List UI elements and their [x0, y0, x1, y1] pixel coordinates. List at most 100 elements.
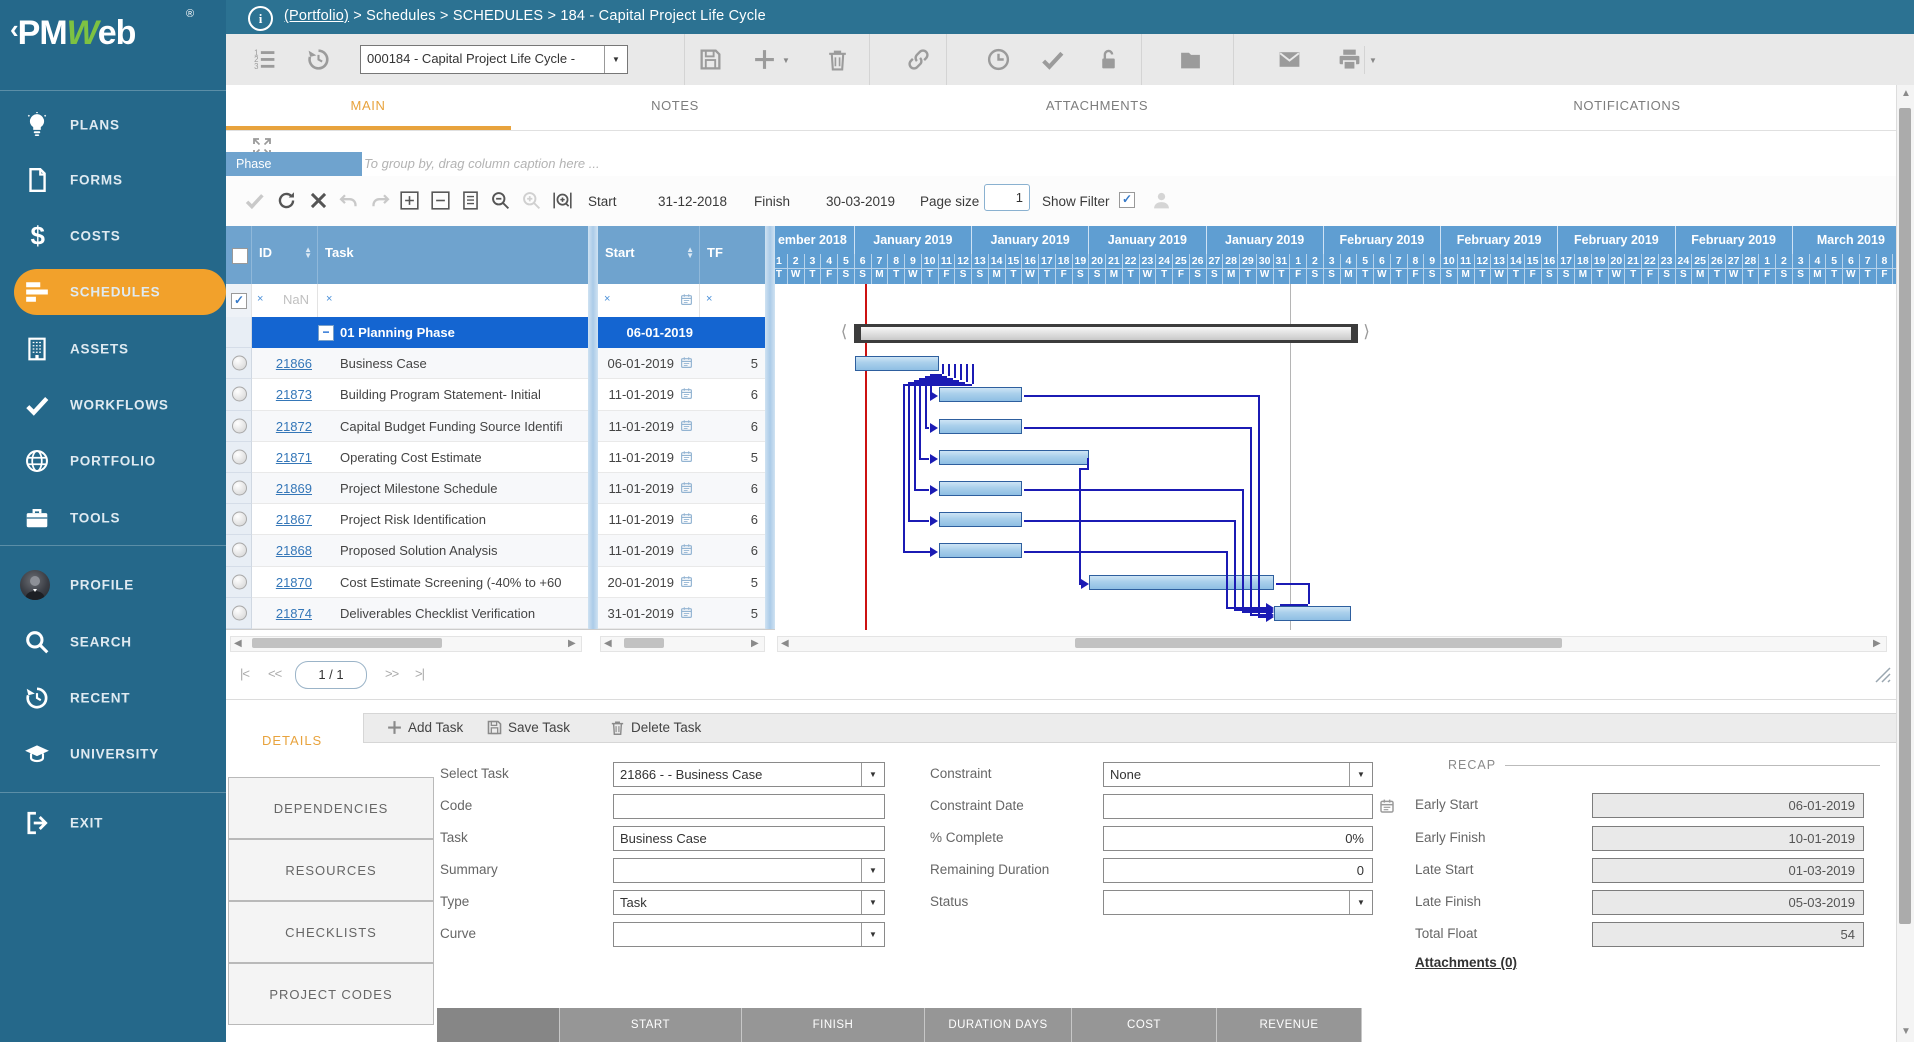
- tab-resources[interactable]: RESOURCES: [228, 839, 434, 901]
- table-row[interactable]: 21874Deliverables Checklist Verification: [226, 598, 588, 629]
- row-select-cell[interactable]: [226, 567, 252, 598]
- calendar-icon[interactable]: [1379, 798, 1395, 814]
- curve-field[interactable]: ▼: [613, 922, 885, 947]
- vertical-scrollbar-thumb[interactable]: [1899, 108, 1911, 924]
- row-select-cell[interactable]: [226, 598, 252, 629]
- confirm-icon[interactable]: [244, 190, 265, 211]
- chevron-down-icon[interactable]: ▼: [861, 763, 884, 786]
- sidebar-item-tools[interactable]: TOOLS: [0, 496, 226, 540]
- zoom-fit-icon[interactable]: [552, 190, 573, 211]
- task-id-cell[interactable]: 21871: [260, 450, 312, 465]
- report-icon[interactable]: [460, 190, 481, 211]
- calendar-icon[interactable]: [680, 450, 693, 463]
- undo-icon[interactable]: [338, 190, 359, 211]
- folder-icon[interactable]: [1178, 47, 1203, 72]
- task-id-link[interactable]: 21869: [276, 481, 312, 496]
- row-radio[interactable]: [232, 449, 247, 464]
- status-field[interactable]: ▼: [1103, 890, 1373, 915]
- column-header-task[interactable]: Task: [318, 226, 588, 284]
- filter-id-cell[interactable]: ×NaN: [252, 284, 318, 317]
- sort-icon[interactable]: ▲▼: [686, 247, 694, 259]
- type-field[interactable]: Task▼: [613, 890, 885, 915]
- pane-splitter[interactable]: [765, 226, 775, 630]
- table-row[interactable]: 21871Operating Cost Estimate: [226, 442, 588, 473]
- column-header-tf[interactable]: TF: [700, 226, 765, 284]
- resize-grip-icon[interactable]: [1872, 664, 1892, 684]
- summary-field[interactable]: ▼: [613, 858, 885, 883]
- clear-filter-icon[interactable]: ×: [706, 293, 712, 305]
- calendar-icon[interactable]: [680, 512, 693, 525]
- sidebar-item-exit[interactable]: EXIT: [0, 801, 226, 845]
- row-select-cell[interactable]: [226, 411, 252, 442]
- clear-filter-icon[interactable]: ×: [604, 293, 610, 305]
- delete-task-button[interactable]: Delete Task: [609, 719, 701, 736]
- tab-checklists[interactable]: CHECKLISTS: [228, 901, 434, 963]
- task-id-link[interactable]: 21872: [276, 419, 312, 434]
- tab-project-codes[interactable]: PROJECT CODES: [228, 963, 434, 1025]
- grid-hscrollbar-thumb[interactable]: [252, 638, 442, 648]
- task-bar[interactable]: [939, 419, 1023, 434]
- task-id-link[interactable]: 21873: [276, 387, 312, 402]
- table-row[interactable]: 20-01-20195: [598, 567, 765, 598]
- scroll-left-icon[interactable]: ◀: [604, 638, 612, 649]
- constraint-date-field[interactable]: [1103, 794, 1373, 819]
- clock-icon[interactable]: [986, 47, 1011, 72]
- calendar-icon[interactable]: [680, 419, 693, 432]
- add-icon[interactable]: [752, 47, 777, 72]
- sidebar-item-assets[interactable]: ASSETS: [0, 327, 226, 371]
- task-id-link[interactable]: 21868: [276, 543, 312, 558]
- table-row[interactable]: 21868Proposed Solution Analysis: [226, 535, 588, 566]
- zoom-in-icon[interactable]: [521, 190, 542, 211]
- calendar-icon[interactable]: [680, 606, 693, 619]
- table-row[interactable]: 21867Project Risk Identification: [226, 504, 588, 535]
- chevron-down-icon[interactable]: ▼: [1349, 763, 1372, 786]
- sidebar-item-costs[interactable]: $COSTS: [0, 214, 226, 258]
- table-row[interactable]: 11-01-20196: [598, 473, 765, 504]
- -complete-field[interactable]: 0%: [1103, 826, 1373, 851]
- resource-icon[interactable]: [1151, 190, 1172, 211]
- task-bar[interactable]: [855, 356, 939, 371]
- collapse-sidebar-icon[interactable]: ‹: [10, 14, 18, 44]
- tab-main[interactable]: MAIN: [351, 98, 386, 113]
- link-icon[interactable]: [906, 47, 931, 72]
- calendar-icon[interactable]: [680, 293, 693, 306]
- pane-splitter[interactable]: [588, 226, 598, 630]
- page-next-button[interactable]: >>: [385, 666, 398, 681]
- print-icon[interactable]: [1337, 47, 1362, 72]
- task-bar[interactable]: [1089, 575, 1273, 590]
- chevron-down-icon[interactable]: ▼: [1349, 891, 1372, 914]
- filter-task-cell[interactable]: ×: [318, 284, 588, 317]
- row-radio[interactable]: [232, 356, 247, 371]
- task-id-cell[interactable]: 21866: [260, 356, 312, 371]
- row-select-cell[interactable]: [226, 442, 252, 473]
- task-id-link[interactable]: 21871: [276, 450, 312, 465]
- chevron-down-icon[interactable]: ▼: [861, 891, 884, 914]
- table-row[interactable]: 11-01-20196: [598, 411, 765, 442]
- scroll-right-icon[interactable]: ▶: [568, 638, 576, 649]
- tab-notifications[interactable]: NOTIFICATIONS: [1573, 98, 1680, 113]
- task-id-link[interactable]: 21867: [276, 512, 312, 527]
- redo-icon[interactable]: [370, 190, 391, 211]
- calendar-icon[interactable]: [680, 543, 693, 556]
- tab-details[interactable]: DETAILS: [262, 733, 322, 748]
- summary-bar[interactable]: [855, 324, 1358, 343]
- calendar-icon[interactable]: [680, 387, 693, 400]
- sidebar-item-profile[interactable]: PROFILE: [0, 563, 226, 607]
- page-prev-button[interactable]: <<: [268, 666, 281, 681]
- calendar-icon[interactable]: [680, 356, 693, 369]
- task-bar[interactable]: [939, 387, 1023, 402]
- sidebar-item-search[interactable]: SEARCH: [0, 620, 226, 664]
- breadcrumb-portfolio-link[interactable]: (Portfolio): [284, 8, 349, 24]
- table-row[interactable]: −01 Planning Phase: [226, 317, 588, 348]
- tab-dependencies[interactable]: DEPENDENCIES: [228, 777, 434, 839]
- task-id-cell[interactable]: 21874: [260, 606, 312, 621]
- chevron-down-icon[interactable]: ▼: [861, 859, 884, 882]
- row-select-cell[interactable]: [226, 379, 252, 410]
- approve-icon[interactable]: [1040, 47, 1065, 72]
- page-last-button[interactable]: >|: [415, 666, 424, 681]
- collapse-all-icon[interactable]: [430, 190, 451, 211]
- page-size-input[interactable]: 1: [984, 184, 1030, 211]
- row-select-cell[interactable]: [226, 473, 252, 504]
- table-row[interactable]: 21873Building Program Statement- Initial: [226, 379, 588, 410]
- groupby-chip-phase[interactable]: Phase: [226, 152, 362, 176]
